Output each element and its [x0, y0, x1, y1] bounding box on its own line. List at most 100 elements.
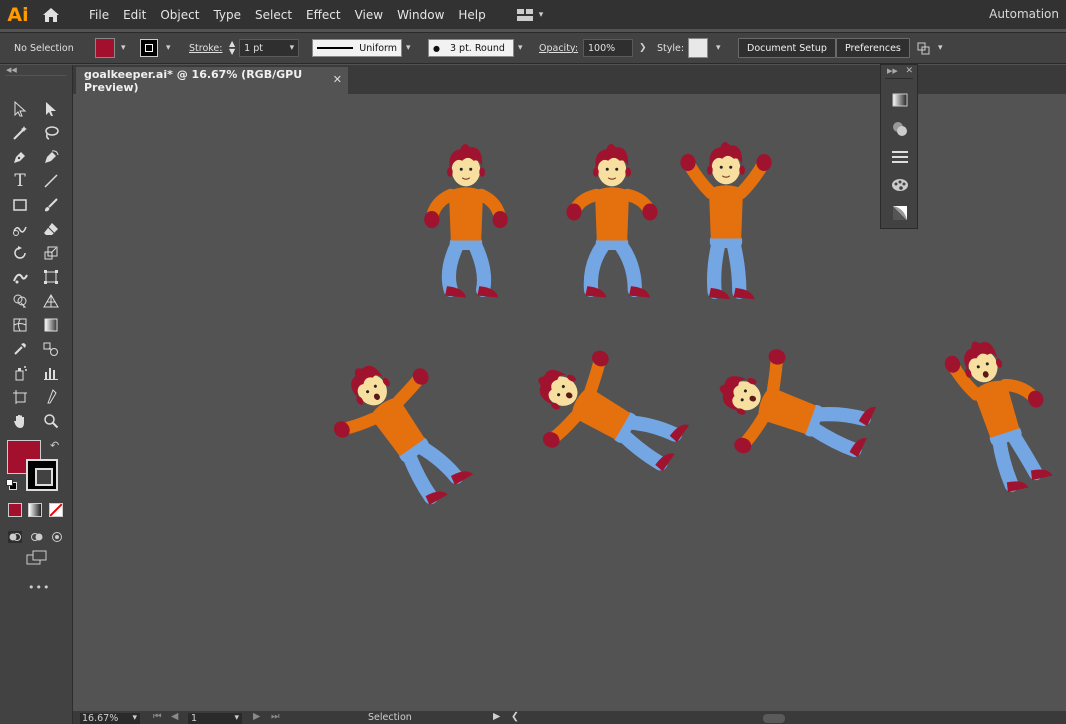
- chevron-down-icon[interactable]: ▾: [166, 43, 171, 53]
- horizontal-scrollbar-thumb[interactable]: [763, 714, 785, 723]
- pen-tool[interactable]: [9, 146, 31, 168]
- stroke-color-box[interactable]: [26, 459, 58, 491]
- artboard-tool[interactable]: [9, 386, 31, 408]
- document-setup-button[interactable]: Document Setup: [738, 38, 836, 58]
- zoom-field[interactable]: 16.67% ▾: [80, 713, 140, 724]
- last-artboard-icon[interactable]: ⏭: [271, 711, 280, 722]
- draw-behind-button[interactable]: [30, 528, 44, 541]
- arrange-panel-button[interactable]: ▾: [916, 33, 943, 63]
- draw-normal-button[interactable]: [8, 528, 22, 543]
- menu-effect[interactable]: Effect: [299, 8, 348, 22]
- close-icon[interactable]: ✕: [333, 73, 342, 86]
- scale-tool[interactable]: [40, 242, 62, 264]
- menu-view[interactable]: View: [348, 8, 390, 22]
- opacity-label[interactable]: Opacity:: [539, 33, 578, 63]
- style-swatch[interactable]: [688, 38, 708, 58]
- perspective-grid-tool[interactable]: [40, 290, 62, 312]
- collapse-icon[interactable]: ◀◀: [6, 66, 17, 74]
- menu-edit[interactable]: Edit: [116, 8, 153, 22]
- chevron-down-icon[interactable]: ▾: [406, 43, 411, 53]
- edit-toolbar-icon[interactable]: •••: [28, 581, 50, 594]
- stroke-profile-control[interactable]: Uniform ▾: [312, 33, 411, 63]
- fill-color-swatch[interactable]: [95, 38, 115, 58]
- chevron-down-icon[interactable]: ▾: [290, 43, 295, 53]
- free-transform-tool[interactable]: [40, 266, 62, 288]
- opacity-field[interactable]: 100%: [583, 39, 633, 57]
- magic-wand-tool[interactable]: [9, 122, 31, 144]
- preferences-button[interactable]: Preferences: [836, 38, 910, 58]
- opacity-control[interactable]: 100% ❯: [583, 33, 647, 63]
- chevron-down-icon[interactable]: ▾: [132, 713, 137, 723]
- fill-swatch[interactable]: ▾: [95, 33, 126, 63]
- gradient-panel-button[interactable]: [890, 90, 910, 110]
- stroke-profile-field[interactable]: Uniform: [312, 39, 402, 57]
- hand-tool[interactable]: [9, 410, 31, 432]
- change-screen-mode-button[interactable]: [26, 550, 48, 566]
- symbol-sprayer-tool[interactable]: [9, 362, 31, 384]
- rotate-tool[interactable]: [9, 242, 31, 264]
- close-icon[interactable]: ✕: [905, 66, 913, 76]
- previous-artboard-icon[interactable]: ◀: [171, 711, 178, 722]
- draw-inside-button[interactable]: [50, 528, 64, 542]
- stroke-weight-field[interactable]: 1 pt ▾: [239, 39, 300, 57]
- menu-help[interactable]: Help: [451, 8, 492, 22]
- menu-file[interactable]: File: [82, 8, 116, 22]
- swap-fill-stroke-icon[interactable]: ↶: [50, 439, 59, 452]
- brush-field[interactable]: ● 3 pt. Round: [428, 39, 514, 57]
- appearance-panel-button[interactable]: [890, 119, 910, 139]
- type-tool[interactable]: T: [9, 170, 31, 192]
- stroke-weight-control[interactable]: ▲ ▼ 1 pt ▾: [229, 33, 300, 63]
- default-fill-stroke-icon[interactable]: [6, 479, 17, 490]
- stroke-swatch[interactable]: ▾: [140, 33, 171, 63]
- workspace-switcher[interactable]: Automation: [989, 7, 1059, 21]
- curvature-tool[interactable]: [40, 146, 62, 168]
- mesh-tool[interactable]: [9, 314, 31, 336]
- menu-window[interactable]: Window: [390, 8, 451, 22]
- eraser-tool[interactable]: [40, 218, 62, 240]
- artboard-number-field[interactable]: 1 ▾: [188, 713, 242, 724]
- none-mode-button[interactable]: [49, 503, 63, 517]
- document-tab[interactable]: goalkeeper.ai* @ 16.67% (RGB/GPU Preview…: [76, 67, 348, 94]
- chevron-down-icon[interactable]: ▾: [121, 43, 126, 53]
- color-mode-button[interactable]: [8, 503, 22, 517]
- graphic-styles-panel-button[interactable]: [890, 175, 910, 195]
- paintbrush-tool[interactable]: [40, 194, 62, 216]
- slice-tool[interactable]: [40, 386, 62, 408]
- selection-tool[interactable]: [9, 98, 31, 120]
- direct-selection-tool[interactable]: [40, 98, 62, 120]
- brush-control[interactable]: ● 3 pt. Round ▾: [428, 33, 523, 63]
- stroke-label[interactable]: Stroke:: [189, 33, 222, 63]
- menu-object[interactable]: Object: [153, 8, 206, 22]
- warp-tool[interactable]: [9, 266, 31, 288]
- gradient-mode-button[interactable]: [28, 503, 42, 517]
- first-artboard-icon[interactable]: ⏮: [153, 711, 162, 722]
- menu-type[interactable]: Type: [206, 8, 248, 22]
- chevron-down-icon[interactable]: ▾: [234, 713, 239, 723]
- style-control[interactable]: ▾: [688, 33, 721, 63]
- status-menu-icon[interactable]: ▶: [493, 711, 500, 722]
- menu-select[interactable]: Select: [248, 8, 299, 22]
- eyedropper-tool[interactable]: [9, 338, 31, 360]
- shaper-tool[interactable]: [9, 218, 31, 240]
- transparency-panel-button[interactable]: [890, 203, 910, 223]
- chevron-down-icon[interactable]: ▾: [938, 43, 943, 53]
- scroll-left-icon[interactable]: ❮: [511, 711, 519, 722]
- toolbar-grip[interactable]: [6, 75, 66, 76]
- home-button[interactable]: [36, 0, 66, 29]
- stepper-icon[interactable]: ▲ ▼: [229, 40, 235, 56]
- rectangle-tool[interactable]: [9, 194, 31, 216]
- chevron-down-icon[interactable]: ▾: [518, 43, 523, 53]
- arrange-documents-button[interactable]: ▾: [516, 8, 543, 21]
- gradient-tool[interactable]: [40, 314, 62, 336]
- chevron-down-icon[interactable]: ▾: [716, 43, 721, 53]
- lasso-tool[interactable]: [40, 122, 62, 144]
- line-segment-tool[interactable]: [40, 170, 62, 192]
- blend-tool[interactable]: [40, 338, 62, 360]
- next-artboard-icon[interactable]: ▶: [253, 711, 260, 722]
- shape-builder-tool[interactable]: [9, 290, 31, 312]
- chevron-right-icon[interactable]: ❯: [639, 43, 647, 53]
- column-graph-tool[interactable]: [40, 362, 62, 384]
- stroke-color-swatch[interactable]: [140, 39, 158, 57]
- zoom-tool[interactable]: [40, 410, 62, 432]
- expand-panels-icon[interactable]: ▶▶: [887, 67, 898, 75]
